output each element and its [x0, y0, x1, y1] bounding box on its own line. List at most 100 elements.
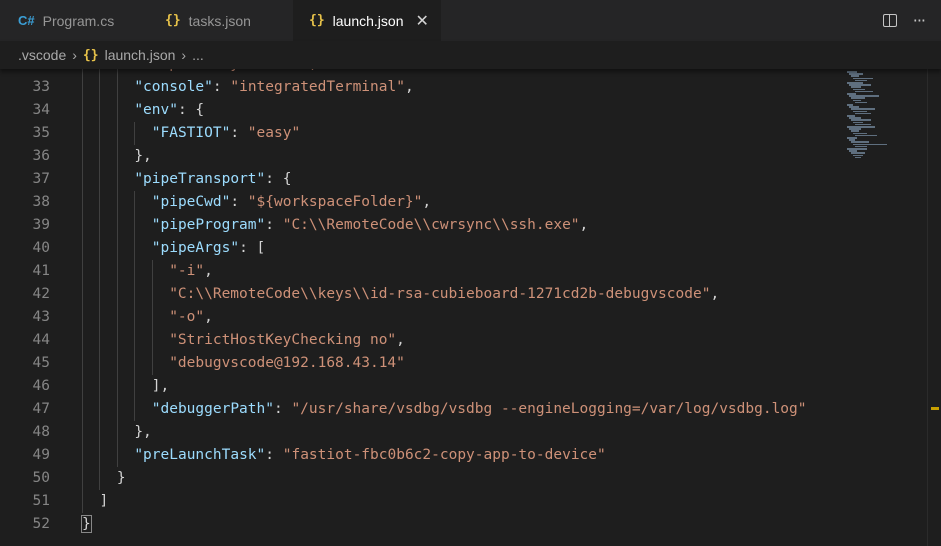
indent-guide — [116, 444, 118, 467]
indent-guide — [99, 375, 101, 398]
json-key: "console" — [134, 79, 213, 95]
code-line[interactable]: 50} — [0, 467, 845, 490]
code-line[interactable]: 42 "C:\\RemoteCode\\keys\\id-rsa-cubieboa… — [0, 283, 845, 306]
breadcrumb-more[interactable]: ... — [192, 47, 204, 63]
line-number: 49 — [32, 447, 50, 463]
indent-guide — [82, 145, 83, 168]
code-text: "pipeArgs": [ — [152, 237, 266, 260]
indent-guide — [99, 260, 101, 283]
minimap[interactable] — [845, 69, 927, 546]
close-icon[interactable]: ✕ — [415, 11, 428, 31]
split-editor-icon[interactable] — [882, 14, 897, 27]
code-line[interactable]: 51] — [0, 490, 845, 513]
json-punctuation: , — [579, 217, 589, 233]
scroll-marker — [931, 407, 939, 410]
tab-label: tasks.json — [188, 12, 251, 29]
indent-guide — [134, 329, 136, 352]
indent-guide — [116, 76, 118, 99]
code-line[interactable]: 39 "pipeProgram": "C:\\RemoteCode\\cwrsyn… — [0, 214, 845, 237]
line-number: 50 — [32, 470, 50, 486]
json-punctuation: } — [116, 470, 126, 486]
code-line[interactable]: 48}, — [0, 421, 845, 444]
code-line[interactable]: 37 "pipeTransport": { — [0, 168, 845, 191]
code-line[interactable]: 47 "debuggerPath": "/usr/share/vsdbg/vsdb… — [0, 398, 845, 421]
code-line[interactable]: 45 "debugvscode@192.168.43.14" — [0, 352, 845, 375]
json-string: "integratedTerminal" — [230, 79, 405, 95]
indent-guide — [134, 352, 136, 375]
json-key: "preLaunchTask" — [134, 447, 266, 463]
indent-guide — [99, 467, 101, 490]
json-punctuation: }, — [134, 148, 152, 164]
code-line[interactable]: 34 "env": { — [0, 99, 845, 122]
code-line[interactable]: 36}, — [0, 145, 845, 168]
json-punctuation: : — [265, 447, 283, 463]
tab-label: Program.cs — [42, 12, 115, 29]
code-text: "StrictHostKeyChecking no", — [169, 329, 405, 352]
line-number: 45 — [32, 355, 50, 371]
code-text: "preLaunchTask": "fastiot-fbc0b6c2-copy-… — [134, 444, 605, 467]
code-line[interactable]: 52} — [0, 513, 845, 536]
tab-launch-json[interactable]: {} launch.json ✕ — [293, 0, 441, 41]
indent-guide — [134, 191, 136, 214]
code-text: }, — [134, 421, 151, 444]
indent-guide — [116, 99, 118, 122]
json-punctuation: } — [81, 515, 92, 533]
indent-guide — [82, 191, 83, 214]
json-punctuation: , — [710, 286, 720, 302]
vertical-scrollbar[interactable] — [927, 69, 941, 546]
code-text: "pipeTransport": { — [134, 168, 291, 191]
json-file-icon: {} — [309, 13, 325, 28]
indent-guide — [82, 214, 83, 237]
code-line[interactable]: 43 "-o", — [0, 306, 845, 329]
json-punctuation: , — [204, 309, 213, 325]
code-line[interactable]: 41 "-i", — [0, 260, 845, 283]
json-string: "-o" — [169, 309, 205, 325]
indent-guide — [82, 306, 83, 329]
code-line[interactable]: 35 "FASTIOT": "easy" — [0, 122, 845, 145]
indent-guide — [99, 237, 101, 260]
tab-program-cs[interactable]: C# Program.cs — [0, 0, 145, 41]
code-text: "-i", — [169, 260, 213, 283]
line-number: 40 — [32, 240, 50, 256]
json-file-icon: {} — [165, 13, 181, 28]
json-string: "C:\\RemoteCode\\keys\\id-rsa-cubieboard… — [169, 286, 711, 302]
tab-tasks-json[interactable]: {} tasks.json — [145, 0, 293, 41]
more-actions-icon[interactable]: ··· — [913, 11, 926, 30]
indent-guide — [116, 375, 118, 398]
line-number: 41 — [32, 263, 50, 279]
code-line[interactable]: 46], — [0, 375, 845, 398]
indent-guide — [82, 122, 83, 145]
line-number: 51 — [32, 493, 50, 509]
json-string: "${workspaceFolder}" — [247, 194, 423, 210]
indent-guide — [82, 398, 83, 421]
code-editor[interactable]: 32"stopAtEntry": false,33"console": "int… — [0, 41, 941, 546]
code-line[interactable]: 44 "StrictHostKeyChecking no", — [0, 329, 845, 352]
code-line[interactable]: 38 "pipeCwd": "${workspaceFolder}", — [0, 191, 845, 214]
json-key: "pipeArgs" — [151, 240, 240, 256]
code-text: "-o", — [169, 306, 213, 329]
json-string: "easy" — [247, 125, 301, 141]
line-number: 48 — [32, 424, 50, 440]
indent-guide — [116, 260, 118, 283]
minimap-line — [855, 134, 877, 137]
json-string: "-i" — [169, 263, 205, 279]
indent-guide — [82, 76, 83, 99]
indent-guide — [151, 260, 153, 283]
indent-guide — [82, 283, 83, 306]
json-punctuation: : — [265, 217, 283, 233]
indent-guide — [116, 214, 118, 237]
code-line[interactable]: 40 "pipeArgs": [ — [0, 237, 845, 260]
code-line[interactable]: 33 "console": "integratedTerminal", — [0, 76, 845, 99]
indent-guide — [99, 306, 101, 329]
code-text: "console": "integratedTerminal", — [134, 76, 413, 99]
minimap-line — [855, 90, 873, 93]
json-punctuation: ], — [151, 378, 170, 394]
code-text: "debuggerPath": "/usr/share/vsdbg/vsdbg … — [152, 398, 807, 421]
line-number: 46 — [32, 378, 50, 394]
breadcrumb-folder[interactable]: .vscode — [18, 47, 66, 63]
breadcrumb-file[interactable]: launch.json — [105, 47, 176, 63]
code-line[interactable]: 49 "preLaunchTask": "fastiot-fbc0b6c2-cop… — [0, 444, 845, 467]
code-text: }, — [134, 145, 151, 168]
indent-guide — [99, 329, 101, 352]
json-key: "pipeProgram" — [151, 217, 266, 233]
